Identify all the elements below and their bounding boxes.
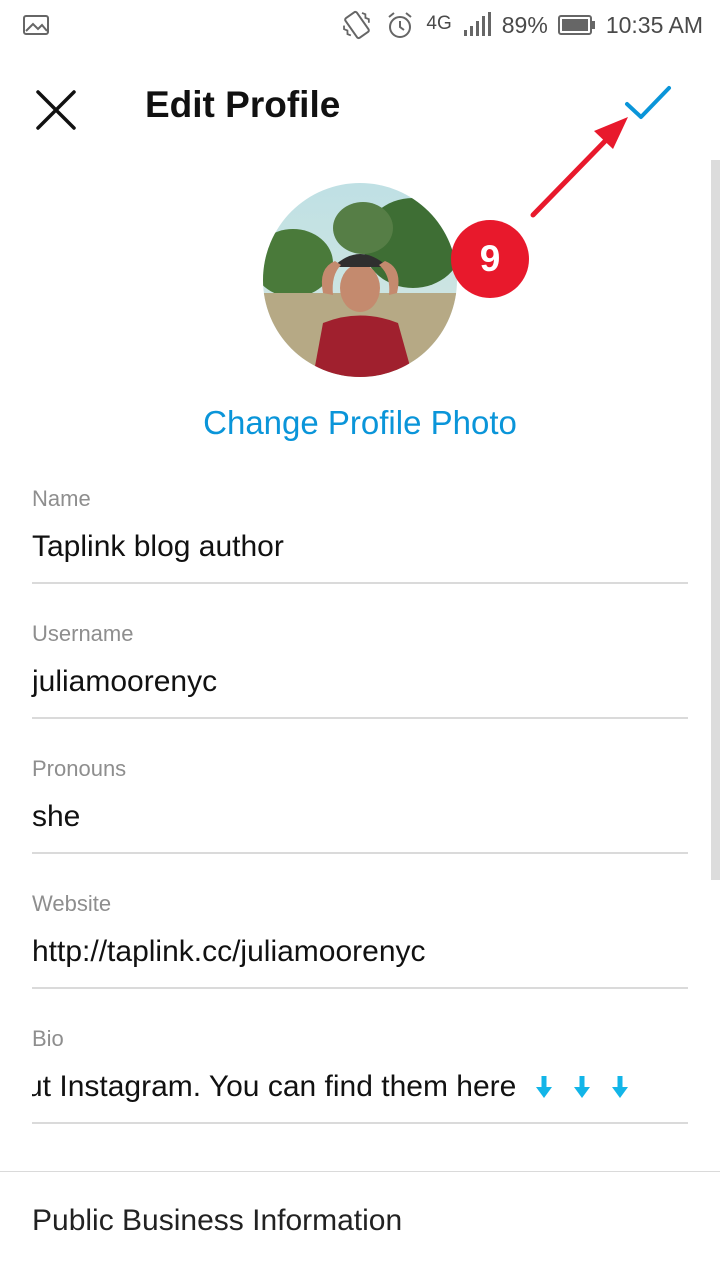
- name-label: Name: [32, 486, 91, 511]
- bio-field[interactable]: Bio ut Instagram. You can find them here: [32, 1026, 688, 1124]
- name-input[interactable]: Taplink blog author: [32, 530, 284, 564]
- edit-profile-screen: 4G 89% 10:35 AM Edit Profile Change Prof…: [0, 0, 720, 1280]
- name-field[interactable]: Name Taplink blog author: [32, 486, 688, 584]
- down-arrow-emoji-icon: [574, 1076, 591, 1098]
- pronouns-input[interactable]: she: [32, 800, 80, 834]
- public-business-info-link[interactable]: Public Business Information: [32, 1204, 402, 1238]
- change-profile-photo-link[interactable]: Change Profile Photo: [0, 404, 720, 442]
- website-input[interactable]: http://taplink.cc/juliamoorenyc: [32, 935, 426, 969]
- bio-input[interactable]: ut Instagram. You can find them here: [32, 1070, 630, 1104]
- bio-label: Bio: [32, 1026, 64, 1051]
- section-divider: [0, 1171, 720, 1172]
- pronouns-field[interactable]: Pronouns she: [32, 756, 688, 854]
- down-arrow-emoji-icon: [536, 1076, 553, 1098]
- username-field[interactable]: Username juliamoorenyc: [32, 621, 688, 719]
- username-input[interactable]: juliamoorenyc: [32, 665, 217, 699]
- step-badge: 9: [451, 220, 529, 298]
- down-arrow-emoji-icon: [612, 1076, 629, 1098]
- username-label: Username: [32, 621, 134, 646]
- website-label: Website: [32, 891, 112, 916]
- annotation-arrow: [530, 117, 628, 218]
- pronouns-label: Pronouns: [32, 756, 127, 781]
- website-field[interactable]: Website http://taplink.cc/juliamoorenyc: [32, 891, 688, 989]
- bio-text: ut Instagram. You can find them here: [32, 1070, 517, 1103]
